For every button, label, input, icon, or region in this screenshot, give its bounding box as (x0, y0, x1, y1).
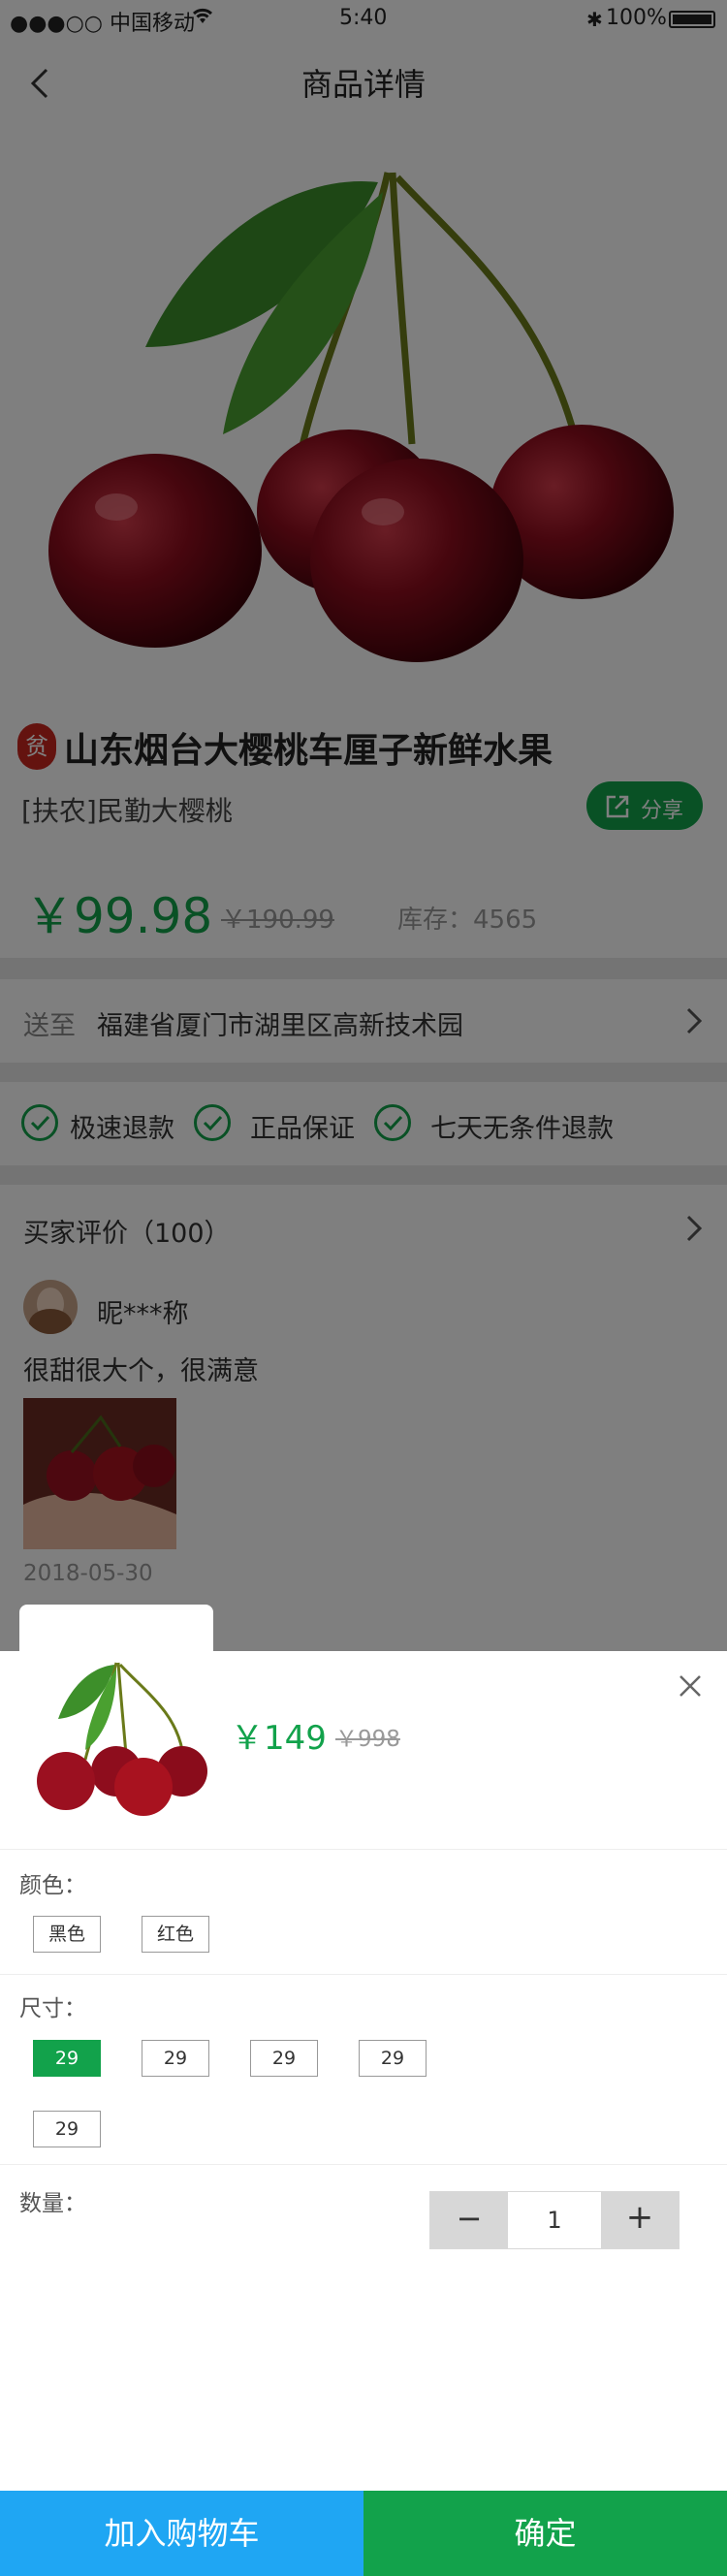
add-to-cart-button[interactable]: 加入购物车 (0, 2491, 364, 2576)
sheet-divider (0, 1974, 727, 1975)
close-icon[interactable] (677, 1672, 704, 1700)
size-option[interactable]: 29 (250, 2040, 318, 2077)
minus-icon: − (456, 2200, 483, 2237)
size-option[interactable]: 29 (359, 2040, 427, 2077)
color-option-red[interactable]: 红色 (142, 1916, 209, 1953)
sheet-divider (0, 1849, 727, 1850)
sheet-divider (0, 2164, 727, 2165)
sheet-price: ￥149 (231, 1719, 327, 1758)
plus-icon: + (625, 2198, 654, 2237)
quantity-stepper: − 1 + (429, 2191, 680, 2249)
sheet-product-thumbnail (19, 1605, 213, 1818)
color-label: 颜色： (19, 1873, 86, 1898)
quantity-input[interactable]: 1 (508, 2192, 601, 2248)
size-option[interactable]: 29 (142, 2040, 209, 2077)
size-option[interactable]: 29 (33, 2040, 101, 2077)
size-label: 尺寸： (19, 1996, 86, 2021)
increment-button[interactable]: + (601, 2192, 679, 2248)
confirm-button[interactable]: 确定 (364, 2491, 727, 2576)
size-option[interactable]: 29 (33, 2111, 101, 2147)
decrement-button[interactable]: − (430, 2192, 508, 2248)
color-option-black[interactable]: 黑色 (33, 1916, 101, 1953)
quantity-label: 数量： (19, 2191, 86, 2216)
sheet-original-price: ￥998 (335, 1727, 400, 1752)
